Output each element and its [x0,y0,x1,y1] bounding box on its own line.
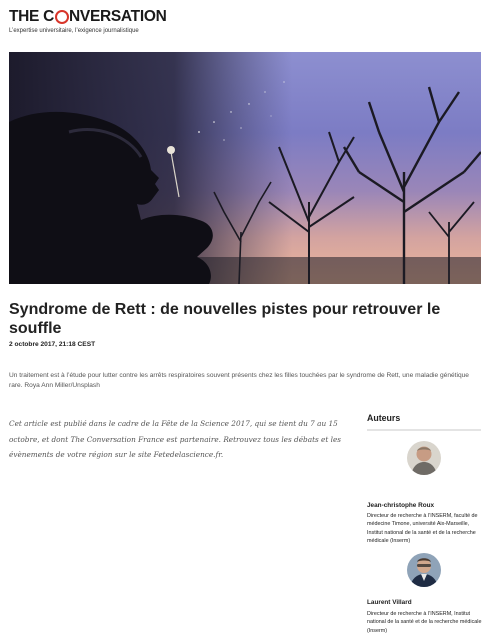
hero-image [9,52,481,284]
authors-sidebar: Auteurs Jean-christophe Roux Directeur d… [367,413,481,634]
site-logo[interactable]: THE C NVERSATION [9,8,167,26]
author-role: Directeur de recherche à l’INSERM, Insti… [367,611,482,634]
image-caption: Un traitement est à l’étude pour lutter … [9,372,469,389]
article-title: Syndrome de Rett : de nouvelles pistes p… [9,301,441,337]
hero-photo-child-blowing-dandelion [9,52,481,284]
avatar[interactable] [407,553,441,587]
author-role: Directeur de recherche à l’INSERM, facul… [367,513,478,545]
logo-o-circle-icon [54,10,69,24]
author-photo [407,553,441,587]
article-intro: Cet article est publié dans le cadre de … [9,419,342,460]
logo-text-right: NVERSATION [69,8,167,25]
site-tagline: L’expertise universitaire, l’exigence jo… [9,28,139,34]
author-name[interactable]: Jean-christophe Roux [367,502,434,509]
authors-heading: Auteurs [367,413,481,431]
publish-date: 2 octobre 2017, 21:18 CEST [9,341,96,348]
author-photo [407,441,441,475]
author-name[interactable]: Laurent Villard [367,599,412,606]
masthead: THE C NVERSATION L’expertise universitair… [9,8,167,34]
logo-text-left: THE C [9,8,55,25]
avatar[interactable] [407,441,441,475]
